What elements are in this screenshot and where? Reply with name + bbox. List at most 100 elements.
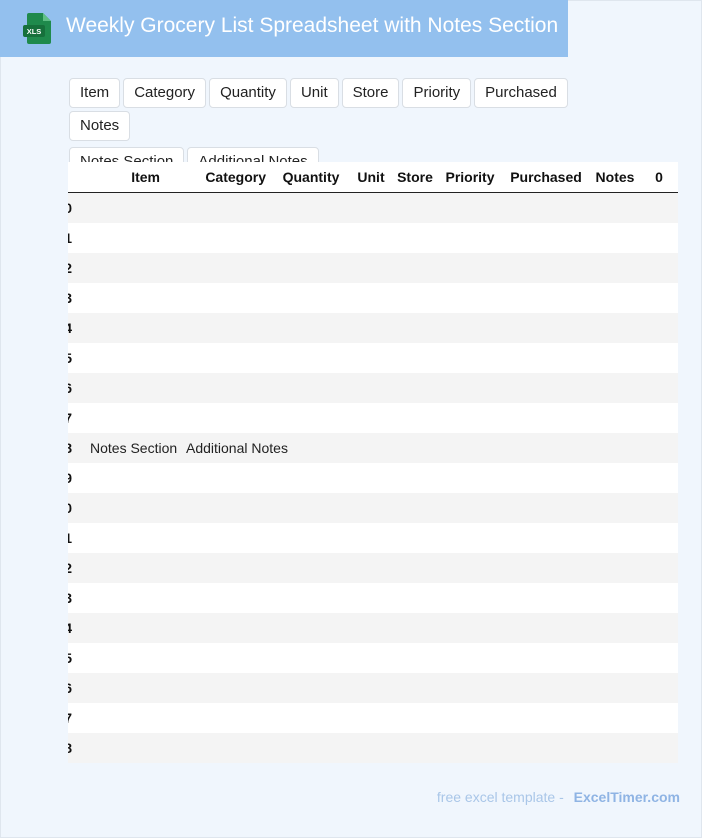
table-cell[interactable] — [640, 523, 678, 553]
column-chip-category[interactable]: Category — [123, 78, 207, 108]
table-cell[interactable] — [438, 643, 502, 673]
table-cell[interactable] — [590, 343, 640, 373]
table-cell[interactable] — [176, 493, 272, 523]
table-cell[interactable] — [272, 613, 350, 643]
column-chip-priority[interactable]: Priority — [402, 78, 472, 108]
table-cell[interactable] — [640, 463, 678, 493]
table-cell[interactable] — [640, 703, 678, 733]
table-cell[interactable] — [176, 253, 272, 283]
table-cell[interactable] — [640, 583, 678, 613]
table-cell[interactable] — [640, 283, 678, 313]
table-cell[interactable] — [272, 373, 350, 403]
table-cell[interactable]: Additional Notes — [176, 433, 288, 463]
table-cell[interactable] — [502, 463, 590, 493]
table-cell[interactable] — [640, 343, 678, 373]
column-chip-store[interactable]: Store — [341, 78, 400, 108]
table-cell[interactable] — [640, 493, 678, 523]
table-cell[interactable] — [392, 403, 438, 433]
column-chip-notes[interactable]: Notes — [69, 111, 131, 141]
table-cell[interactable] — [350, 613, 392, 643]
table-cell[interactable] — [350, 283, 392, 313]
table-cell[interactable] — [272, 253, 350, 283]
table-cell[interactable] — [640, 553, 678, 583]
column-header[interactable]: Unit — [350, 162, 392, 193]
table-cell[interactable] — [272, 733, 350, 763]
table-cell[interactable] — [176, 283, 272, 313]
table-cell[interactable] — [502, 253, 590, 283]
table-cell[interactable] — [640, 613, 678, 643]
table-cell[interactable] — [502, 493, 590, 523]
table-cell[interactable] — [392, 583, 438, 613]
table-cell[interactable] — [72, 373, 176, 403]
table-cell[interactable] — [72, 553, 176, 583]
table-cell[interactable] — [272, 283, 350, 313]
table-cell[interactable] — [176, 403, 272, 433]
table-cell[interactable] — [640, 643, 678, 673]
table-cell[interactable] — [590, 433, 640, 463]
table-cell[interactable] — [72, 703, 176, 733]
table-cell[interactable] — [350, 403, 392, 433]
table-cell[interactable] — [392, 733, 438, 763]
table-cell[interactable] — [176, 223, 272, 253]
table-cell[interactable] — [502, 192, 590, 223]
column-header[interactable]: Quantity — [272, 162, 350, 193]
column-chip-quantity[interactable]: Quantity — [209, 78, 287, 108]
table-cell[interactable] — [590, 703, 640, 733]
table-cell[interactable] — [176, 703, 272, 733]
table-cell[interactable] — [350, 523, 392, 553]
column-header[interactable]: Notes — [590, 162, 640, 193]
table-cell[interactable] — [640, 733, 678, 763]
table-cell[interactable] — [590, 283, 640, 313]
column-chip-item[interactable]: Item — [69, 78, 121, 108]
table-cell[interactable] — [438, 253, 502, 283]
table-cell[interactable] — [272, 643, 350, 673]
table-cell[interactable] — [502, 283, 590, 313]
table-cell[interactable] — [438, 223, 502, 253]
table-cell[interactable] — [392, 192, 438, 223]
table-cell[interactable] — [438, 703, 502, 733]
table-cell[interactable] — [350, 343, 392, 373]
table-cell[interactable] — [350, 313, 392, 343]
table-cell[interactable] — [438, 613, 502, 643]
table-cell[interactable] — [392, 493, 438, 523]
table-cell[interactable] — [72, 192, 176, 223]
table-cell[interactable] — [590, 373, 640, 403]
table-cell[interactable] — [72, 253, 176, 283]
table-cell[interactable] — [350, 703, 392, 733]
table-cell[interactable] — [392, 223, 438, 253]
table-cell[interactable] — [350, 373, 392, 403]
table-cell[interactable] — [438, 433, 502, 463]
table-cell[interactable] — [72, 523, 176, 553]
table-cell[interactable] — [640, 673, 678, 703]
table-cell[interactable] — [350, 673, 392, 703]
table-cell[interactable] — [272, 673, 350, 703]
column-chip-purchased[interactable]: Purchased — [474, 78, 568, 108]
table-cell[interactable] — [438, 192, 502, 223]
table-cell[interactable] — [640, 403, 678, 433]
table-cell[interactable] — [72, 403, 176, 433]
table-cell[interactable] — [640, 253, 678, 283]
table-cell[interactable] — [640, 433, 678, 463]
footer-brand-link[interactable]: ExcelTimer.com — [574, 789, 680, 805]
table-cell[interactable] — [438, 733, 502, 763]
table-cell[interactable] — [502, 703, 590, 733]
table-cell[interactable] — [176, 733, 272, 763]
table-cell[interactable] — [176, 643, 272, 673]
table-cell[interactable] — [438, 343, 502, 373]
table-cell[interactable] — [350, 733, 392, 763]
table-cell[interactable] — [72, 493, 176, 523]
table-cell[interactable] — [590, 643, 640, 673]
table-cell[interactable] — [438, 283, 502, 313]
table-cell[interactable] — [350, 223, 392, 253]
table-cell[interactable] — [72, 613, 176, 643]
table-cell[interactable] — [72, 643, 176, 673]
table-cell[interactable] — [392, 463, 438, 493]
table-cell[interactable] — [176, 673, 272, 703]
table-cell[interactable] — [640, 223, 678, 253]
table-cell[interactable] — [176, 343, 272, 373]
table-cell[interactable] — [502, 373, 590, 403]
table-cell[interactable] — [590, 463, 640, 493]
table-cell[interactable] — [72, 673, 176, 703]
table-cell[interactable] — [392, 613, 438, 643]
table-cell[interactable] — [438, 493, 502, 523]
